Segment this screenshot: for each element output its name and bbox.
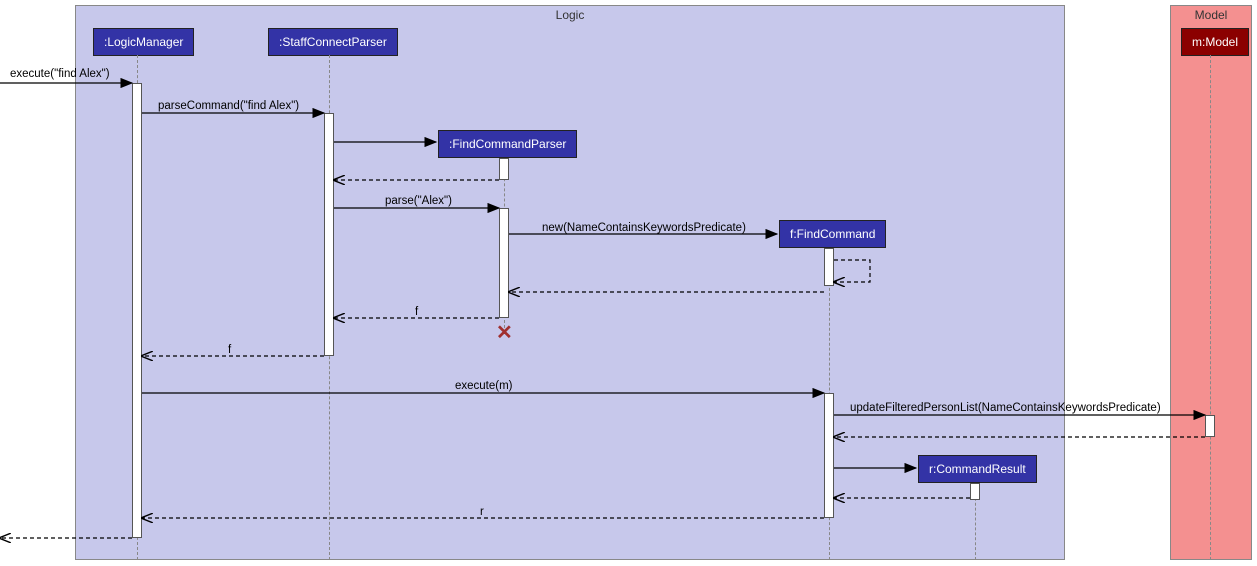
- msg-ret-f1: f: [415, 306, 418, 318]
- msg-update-filtered: updateFilteredPersonList(NameContainsKey…: [850, 402, 1161, 414]
- activation-find-command-1: [824, 248, 834, 286]
- participant-find-command-parser: :FindCommandParser: [438, 130, 577, 158]
- participant-label: r:CommandResult: [929, 462, 1026, 476]
- activation-find-command-parser-1: [499, 158, 509, 180]
- msg-execute-in: execute("find Alex"): [10, 68, 110, 80]
- activation-logic-manager: [132, 83, 142, 538]
- frame-model: Model: [1170, 5, 1252, 560]
- activation-staff-connect-parser: [324, 113, 334, 356]
- activation-find-command-parser-2: [499, 208, 509, 318]
- participant-find-command: f:FindCommand: [779, 220, 886, 248]
- msg-ret-r: r: [480, 506, 484, 518]
- frame-logic: Logic: [75, 5, 1065, 560]
- frame-model-label: Model: [1171, 6, 1251, 24]
- participant-label: m:Model: [1192, 35, 1238, 49]
- participant-label: :FindCommandParser: [449, 137, 566, 151]
- participant-logic-manager: :LogicManager: [93, 28, 194, 56]
- frame-logic-label: Logic: [76, 6, 1064, 24]
- activation-find-command-2: [824, 393, 834, 518]
- participant-label: f:FindCommand: [790, 227, 875, 241]
- msg-parse-command: parseCommand("find Alex"): [158, 100, 299, 112]
- activation-command-result: [970, 483, 980, 500]
- participant-label: :StaffConnectParser: [279, 35, 387, 49]
- participant-command-result: r:CommandResult: [918, 455, 1037, 483]
- msg-ret-f2: f: [228, 344, 231, 356]
- msg-new-cmd: new(NameContainsKeywordsPredicate): [542, 222, 746, 234]
- destroy-icon: ✕: [496, 320, 513, 345]
- activation-model: [1205, 415, 1215, 437]
- participant-staff-connect-parser: :StaffConnectParser: [268, 28, 398, 56]
- msg-parse: parse("Alex"): [385, 195, 452, 207]
- participant-model: m:Model: [1181, 28, 1249, 56]
- msg-execute-m: execute(m): [455, 380, 513, 392]
- lifeline-model: [1210, 55, 1211, 560]
- participant-label: :LogicManager: [104, 35, 183, 49]
